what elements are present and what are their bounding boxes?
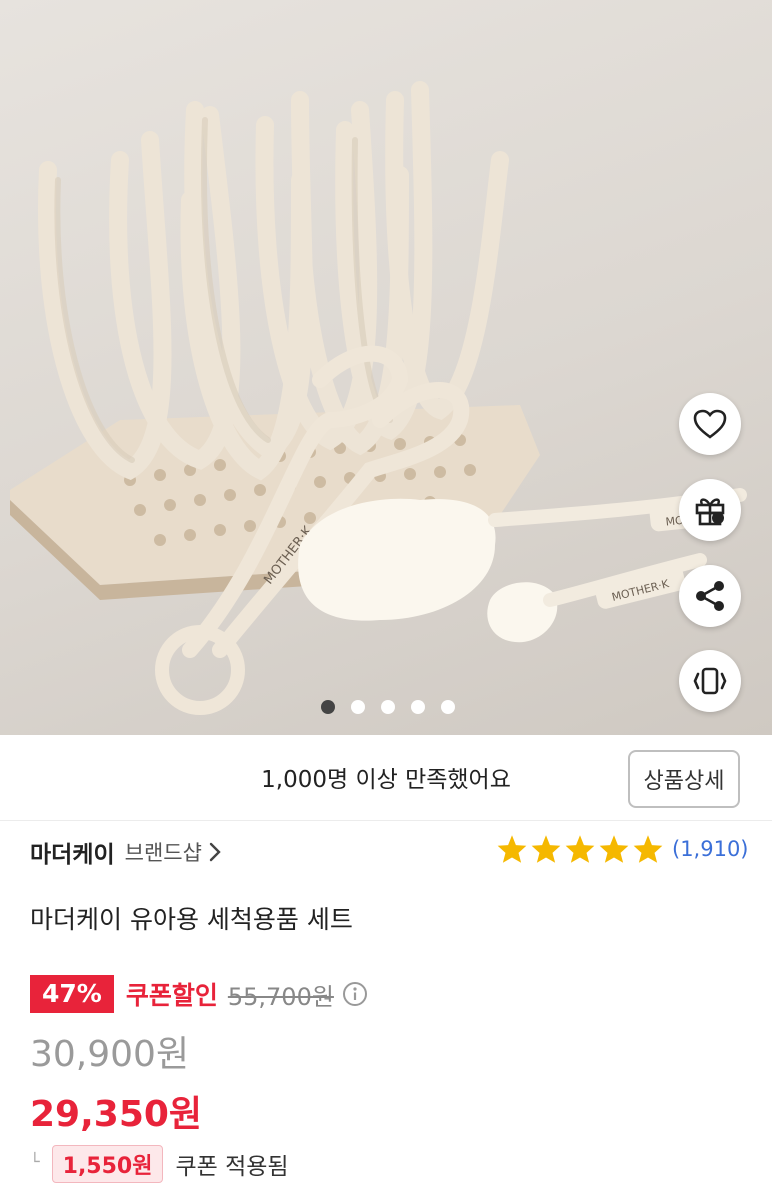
info-icon bbox=[342, 982, 367, 1006]
gift-button[interactable] bbox=[679, 479, 741, 541]
share-button[interactable] bbox=[679, 565, 741, 627]
coupon-price: 29,350원 bbox=[30, 1094, 203, 1135]
coupon-applied-text: 쿠폰 적용됨 bbox=[175, 1154, 289, 1180]
coupon-applied-row: └ 1,550원 쿠폰 적용됨 bbox=[30, 1145, 289, 1183]
product-image-gallery[interactable]: MOTHER·K MOTHER·K MOTHER·K bbox=[0, 0, 772, 735]
discount-rate-badge: 47% bbox=[30, 975, 114, 1013]
heart-icon bbox=[693, 409, 727, 439]
coupon-amount-badge: 1,550원 bbox=[51, 1145, 164, 1183]
gallery-dot[interactable] bbox=[321, 700, 335, 714]
coupon-discount-label: 쿠폰할인 bbox=[125, 981, 218, 1010]
rating-stars bbox=[496, 834, 664, 864]
gallery-indicator bbox=[0, 700, 772, 714]
product-photo: MOTHER·K MOTHER·K MOTHER·K bbox=[10, 81, 747, 715]
review-count[interactable]: (1,910) bbox=[672, 837, 749, 861]
chevron-right-icon bbox=[209, 842, 221, 862]
gallery-dot[interactable] bbox=[351, 700, 365, 714]
price-info-button[interactable] bbox=[342, 981, 368, 1007]
star-icon bbox=[497, 835, 527, 863]
gallery-dot[interactable] bbox=[411, 700, 425, 714]
product-title: 마더케이 유아용 세척용품 세트 bbox=[30, 905, 353, 934]
product-detail-button[interactable]: 상품상세 bbox=[628, 750, 740, 808]
gallery-dot[interactable] bbox=[381, 700, 395, 714]
star-icon bbox=[633, 835, 663, 863]
star-icon bbox=[565, 835, 595, 863]
brand-name: 마더케이 bbox=[30, 842, 115, 868]
discount-row: 47% 쿠폰할인 55,700원 bbox=[30, 975, 368, 1013]
gift-icon bbox=[695, 498, 725, 526]
brand-shop-label: 브랜드샵 bbox=[124, 841, 202, 865]
sale-price: 30,900원 bbox=[30, 1034, 190, 1075]
star-icon bbox=[599, 835, 629, 863]
share-icon bbox=[696, 581, 724, 611]
rating[interactable]: (1,910) bbox=[496, 834, 749, 864]
brand-shop-link[interactable]: 마더케이 브랜드샵 bbox=[30, 835, 222, 869]
vibrate-phone-icon bbox=[693, 667, 727, 695]
favorite-button[interactable] bbox=[679, 393, 741, 455]
divider bbox=[0, 820, 772, 821]
gallery-dot[interactable] bbox=[441, 700, 455, 714]
original-price: 55,700원 bbox=[227, 982, 334, 1011]
corner-connector-icon: └ bbox=[30, 1151, 40, 1171]
star-icon bbox=[531, 835, 561, 863]
